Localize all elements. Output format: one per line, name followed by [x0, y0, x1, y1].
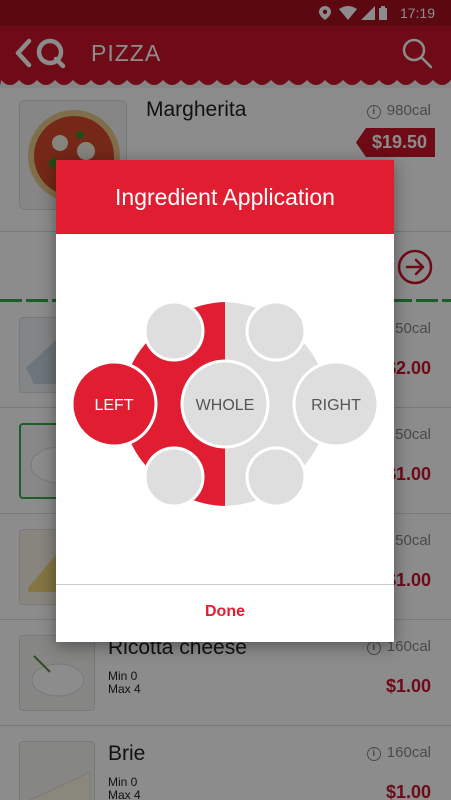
whole-option-label: WHOLE — [196, 397, 255, 414]
decor-circle-bottom-right — [245, 446, 307, 508]
done-button[interactable]: Done — [56, 584, 394, 642]
placement-diagram: LEFT WHOLE RIGHT — [70, 300, 380, 508]
decor-circle-bottom-left — [143, 446, 205, 508]
right-option-label: RIGHT — [311, 397, 361, 414]
decor-circle-top-left — [143, 300, 205, 362]
application-selector: LEFT WHOLE RIGHT — [56, 234, 394, 584]
left-option-label: LEFT — [94, 397, 133, 414]
decor-circle-top-right — [245, 300, 307, 362]
ingredient-application-dialog: Ingredient Application LEFT WHOLE RIGHT … — [56, 160, 394, 642]
dialog-title: Ingredient Application — [56, 160, 394, 234]
